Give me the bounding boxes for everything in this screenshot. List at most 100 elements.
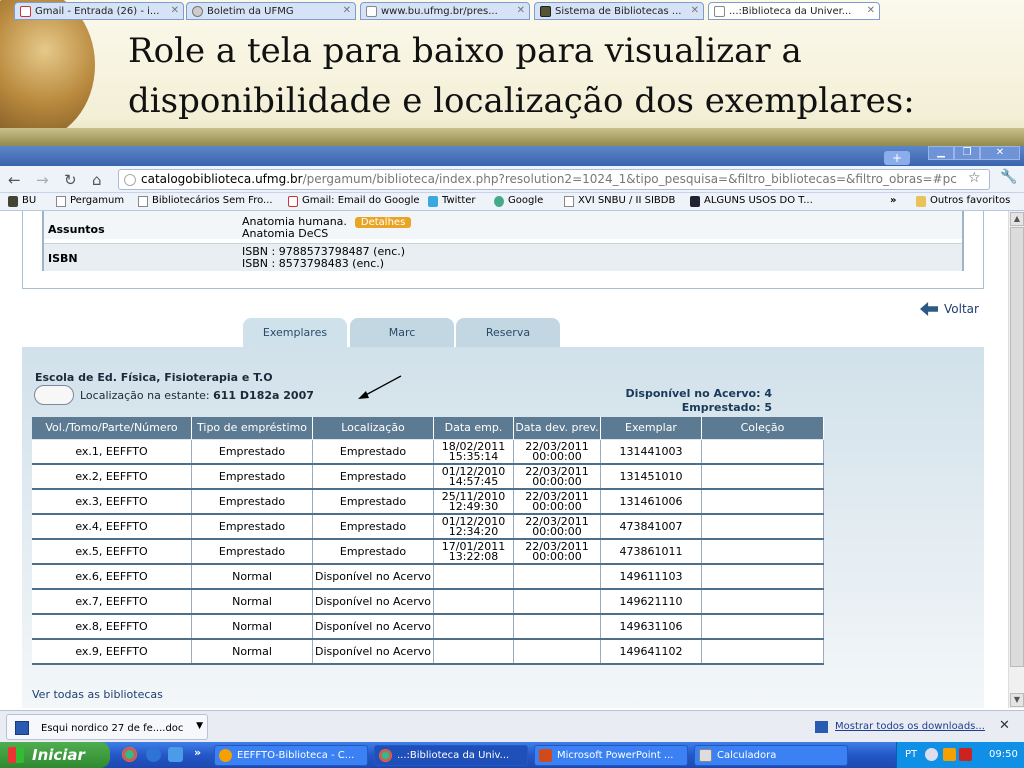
- bookmark-bibliotecarios[interactable]: Bibliotecários Sem Fro...: [138, 195, 273, 207]
- bookmark-label: BU: [22, 195, 37, 206]
- cell-col-tipo: Emprestado: [192, 540, 313, 563]
- reload-icon[interactable]: ↻: [64, 171, 77, 189]
- back-arrow-icon: [920, 302, 938, 316]
- maximize-button[interactable]: ❐: [954, 146, 980, 160]
- cell-col-tipo: Emprestado: [192, 440, 313, 463]
- quicklaunch-more[interactable]: »: [194, 746, 201, 759]
- tray-arrow-icon[interactable]: [925, 748, 938, 761]
- system-tray: PT 09:50: [896, 742, 1024, 768]
- address-bar[interactable]: catalogobiblioteca.ufmg.br/pergamum/bibl…: [118, 169, 990, 190]
- start-button[interactable]: Iniciar: [0, 742, 110, 768]
- chrome-icon[interactable]: [122, 747, 137, 762]
- task-eefto[interactable]: EEFFTO-Biblioteca - C...: [214, 745, 368, 766]
- close-icon[interactable]: ✕: [171, 5, 179, 16]
- browser-tab-bar: [0, 146, 1024, 166]
- star-icon[interactable]: ☆: [968, 170, 981, 186]
- tab-reserva[interactable]: Reserva: [456, 318, 560, 347]
- page-icon: [714, 6, 725, 17]
- tab-boletim[interactable]: Boletim da UFMG ✕: [186, 2, 356, 20]
- tab-bu[interactable]: www.bu.ufmg.br/pres... ✕: [360, 2, 530, 20]
- bookmark-other[interactable]: Outros favoritos: [916, 195, 1010, 207]
- cell-col-vol: ex.3, EEFFTO: [32, 490, 192, 513]
- cell-col-data-dev: [514, 565, 601, 588]
- folder-icon: [916, 196, 926, 207]
- bookmark-usos[interactable]: ALGUNS USOS DO T...: [690, 195, 813, 207]
- close-window-button[interactable]: ✕: [980, 146, 1020, 160]
- close-icon[interactable]: ✕: [691, 5, 699, 16]
- bookmark-label: Twitter: [442, 195, 476, 206]
- task-powerpoint[interactable]: Microsoft PowerPoint ...: [534, 745, 688, 766]
- voltar-label: Voltar: [944, 302, 979, 316]
- language-indicator[interactable]: PT: [905, 749, 917, 760]
- task-calculadora[interactable]: Calculadora: [694, 745, 848, 766]
- close-icon[interactable]: ✕: [517, 5, 525, 16]
- table-header: Vol./Tomo/Parte/Número Tipo de empréstimo…: [32, 417, 824, 439]
- cell-col-colecao: [702, 615, 824, 638]
- scroll-down-icon[interactable]: ▼: [1010, 693, 1024, 707]
- bookmark-bu[interactable]: BU: [8, 195, 37, 207]
- header-col-tipo: Tipo de empréstimo: [192, 417, 313, 439]
- google-icon: [494, 196, 504, 207]
- download-item[interactable]: Esqui nordico 27 de fe....doc ▼: [6, 714, 208, 740]
- slide-band: [0, 128, 1024, 148]
- slide-header: Role a tela para baixo para visualizar a…: [0, 0, 1024, 148]
- wrench-icon[interactable]: 🔧: [1000, 169, 1017, 185]
- bookmark-google[interactable]: Google: [494, 195, 543, 207]
- cell-col-colecao: [702, 515, 824, 538]
- table-row: ex.7, EEFFTO Normal Disponível no Acervo 14…: [32, 590, 824, 615]
- detalhes-button[interactable]: Detalhes: [354, 217, 412, 228]
- new-tab-button[interactable]: +: [884, 151, 910, 165]
- tab-biblioteca[interactable]: ...:Biblioteca da Univer... ✕: [708, 2, 880, 20]
- table-row: ex.3, EEFFTO Emprestado Emprestado 25/11/20…: [32, 490, 824, 515]
- cell-col-localizacao: Emprestado: [313, 515, 434, 538]
- bookmark-label: ALGUNS USOS DO T...: [704, 195, 813, 206]
- bookmark-snbu[interactable]: XVI SNBU / II SIBDB: [564, 195, 675, 207]
- bookmark-label: Bibliotecários Sem Fro...: [152, 195, 273, 206]
- cell-col-tipo: Normal: [192, 590, 313, 613]
- tab-exemplares[interactable]: Exemplares: [243, 318, 347, 348]
- calculator-icon: [699, 749, 712, 762]
- magnifier-icon[interactable]: [34, 385, 74, 405]
- twitter-icon: [428, 196, 438, 207]
- tray-app-icon[interactable]: [959, 748, 972, 761]
- cell-col-data-emp: [434, 640, 514, 663]
- forward-icon[interactable]: →: [36, 171, 49, 189]
- table-row: ex.8, EEFFTO Normal Disponível no Acervo 14…: [32, 615, 824, 640]
- back-icon[interactable]: ←: [8, 171, 21, 189]
- downloads-bar: Esqui nordico 27 de fe....doc ▼ Mostrar …: [0, 710, 1024, 742]
- home-icon[interactable]: ⌂: [92, 171, 102, 189]
- task-biblioteca[interactable]: ...:Biblioteca da Univ...: [374, 745, 528, 766]
- cell-col-vol: ex.2, EEFFTO: [32, 465, 192, 488]
- close-icon[interactable]: ✕: [999, 718, 1010, 733]
- gmail-icon: [20, 6, 31, 17]
- cell-col-colecao: [702, 465, 824, 488]
- scroll-thumb[interactable]: [1010, 227, 1024, 667]
- dropdown-icon[interactable]: ▼: [196, 721, 203, 731]
- table-row: ex.6, EEFFTO Normal Disponível no Acervo 14…: [32, 565, 824, 590]
- location-code: 611 D182a 2007: [213, 389, 314, 402]
- show-all-downloads-link[interactable]: Mostrar todos os downloads...: [815, 721, 985, 733]
- tab-marc[interactable]: Marc: [350, 318, 454, 347]
- close-icon[interactable]: ✕: [867, 5, 875, 16]
- tab-sistema[interactable]: Sistema de Bibliotecas ... ✕: [534, 2, 704, 20]
- close-icon[interactable]: ✕: [343, 5, 351, 16]
- minimize-button[interactable]: ▁: [928, 146, 954, 160]
- bookmark-twitter[interactable]: Twitter: [428, 195, 476, 207]
- cell-col-colecao: [702, 565, 824, 588]
- browser-toolbar: ← → ↻ ⌂ catalogobiblioteca.ufmg.br/perga…: [0, 166, 1024, 193]
- ie-icon[interactable]: [146, 747, 161, 762]
- tab-label: ...:Biblioteca da Univer...: [729, 6, 852, 17]
- tray-app-icon[interactable]: [943, 748, 956, 761]
- bookmark-pergamum[interactable]: Pergamum: [56, 195, 124, 207]
- bookmark-gmail[interactable]: Gmail: Email do Google: [288, 195, 420, 207]
- page-scrollbar[interactable]: ▲ ▼: [1008, 211, 1024, 708]
- bookmark-icon: [690, 196, 700, 207]
- tab-gmail[interactable]: Gmail - Entrada (26) - i... ✕: [14, 2, 184, 20]
- scroll-up-icon[interactable]: ▲: [1010, 212, 1024, 226]
- cell-col-tipo: Emprestado: [192, 490, 313, 513]
- bookmarks-more[interactable]: »: [890, 195, 896, 206]
- voltar-link[interactable]: Voltar: [920, 302, 979, 316]
- quicklaunch-icon[interactable]: [168, 747, 183, 762]
- task-label: EEFFTO-Biblioteca - C...: [237, 750, 355, 761]
- see-all-libraries-link[interactable]: Ver todas as bibliotecas: [32, 688, 163, 701]
